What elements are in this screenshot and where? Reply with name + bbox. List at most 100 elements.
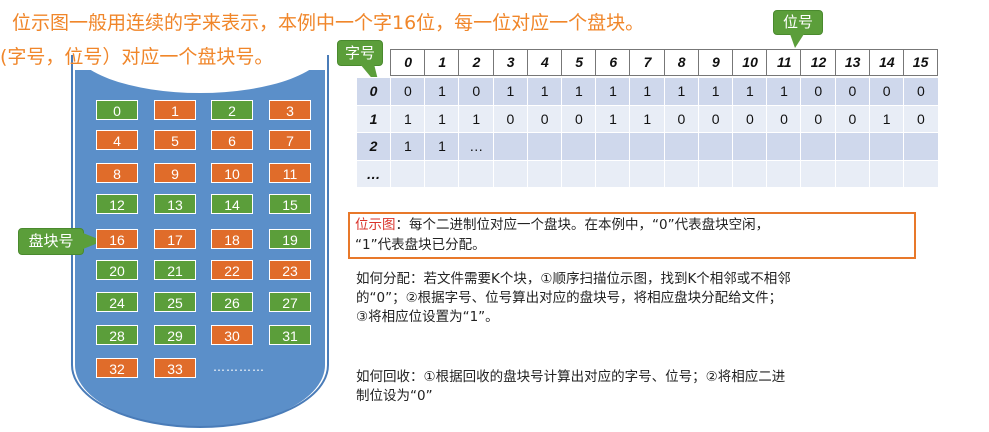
definition-text-1: ：每个二进制位对应一个盘块。在本例中，“0”代表盘块空闲， (395, 217, 770, 233)
disk-block: 24 (96, 292, 138, 312)
disk-block: 25 (154, 292, 196, 312)
bit-cell (561, 132, 596, 160)
bit-cell: 0 (492, 104, 528, 132)
bit-cell: 0 (458, 77, 494, 105)
bit-cell (663, 159, 699, 187)
bit-cell: 1 (766, 77, 801, 105)
bit-cell (697, 159, 733, 187)
allocation-line: 的“0”；②根据字号、位号算出对应的盘块号，将相应盘块分配给文件； (356, 290, 783, 306)
bit-header: 8 (663, 49, 699, 76)
bit-cell: 1 (424, 104, 459, 132)
bit-cell (868, 159, 904, 187)
disk-block: 5 (154, 130, 196, 150)
title-line-2: (字号，位号）对应一个盘块号。 (0, 46, 274, 68)
disk-block: 18 (211, 229, 253, 249)
bit-cell (732, 132, 767, 160)
bit-cell (458, 159, 494, 187)
bit-cell (800, 159, 836, 187)
bit-header: 10 (732, 49, 768, 76)
bit-cell: 0 (663, 104, 699, 132)
disk-block: 10 (211, 163, 253, 183)
bit-cell: 0 (834, 77, 870, 105)
bit-cell (526, 132, 562, 160)
disk-block: 7 (269, 130, 311, 150)
disk-block: 17 (154, 229, 196, 249)
disk-block: 14 (211, 194, 253, 214)
bit-header: 9 (697, 49, 733, 76)
block-number-callout: 盘块号 (18, 228, 84, 255)
bit-cell (595, 159, 630, 187)
bit-cell (903, 132, 938, 160)
bit-cell: 0 (903, 77, 938, 105)
disk-block: 4 (96, 130, 138, 150)
bit-cell: 1 (595, 77, 630, 105)
bit-cell (629, 132, 665, 160)
bit-cell (424, 159, 459, 187)
disk-block: 27 (269, 292, 311, 312)
bit-cell: 0 (561, 104, 596, 132)
bit-header: 3 (492, 49, 528, 76)
bit-header: 15 (903, 49, 939, 76)
bit-cell: 0 (868, 77, 904, 105)
disk-block: 28 (96, 325, 138, 345)
definition-line-1: 位示图：每个二进制位对应一个盘块。在本例中，“0”代表盘块空闲， (355, 216, 769, 235)
bit-cell: 1 (526, 77, 562, 105)
bit-cell: 1 (424, 132, 459, 160)
bit-cell (561, 159, 596, 187)
bit-cell (629, 159, 665, 187)
bit-cell (766, 159, 801, 187)
bit-cell (390, 159, 425, 187)
bit-cell: 1 (390, 132, 425, 160)
bit-cell (732, 159, 767, 187)
title-line-1: 位示图一般用连续的字来表示，本例中一个字16位，每一位对应一个盘块。 (12, 12, 645, 34)
bit-header: 7 (629, 49, 665, 76)
word-number-callout: 字号 (337, 40, 383, 66)
bit-cell: 0 (697, 104, 733, 132)
disk-block: 29 (154, 325, 196, 345)
bit-header: 1 (424, 49, 460, 76)
bit-cell: 0 (390, 77, 425, 105)
bit-cell: 0 (834, 104, 870, 132)
bit-cell (834, 159, 870, 187)
allocation-text: 如何分配：若文件需要K个块，①顺序扫描位示图，找到K个相邻或不相邻 的“0”；②… (356, 270, 791, 327)
reclaim-line: 如何回收：①根据回收的盘块号计算出对应的字号、位号；②将相应二进 (356, 369, 786, 385)
disk-block: 26 (211, 292, 253, 312)
allocation-line: 如何分配：若文件需要K个块，①顺序扫描位示图，找到K个相邻或不相邻 (356, 271, 791, 287)
bit-cell: 1 (561, 77, 596, 105)
disk-block: 0 (96, 100, 138, 120)
bit-number-callout: 位号 (773, 10, 823, 35)
bit-cell (800, 132, 836, 160)
disk-block: 8 (96, 163, 138, 183)
bit-cell: 1 (458, 104, 494, 132)
disk-block: 11 (269, 163, 311, 183)
word-header: 1 (357, 104, 390, 132)
bit-cell: 1 (424, 77, 459, 105)
bit-callout-pointer (790, 34, 804, 48)
blocks-ellipsis: ………… (213, 360, 265, 374)
allocation-line: ③将相应位设置为“1”。 (356, 309, 499, 325)
bit-cell: 0 (903, 104, 938, 132)
bit-cell (492, 132, 528, 160)
bit-cell (868, 132, 904, 160)
word-header: 2 (357, 132, 390, 160)
bit-header: 14 (868, 49, 904, 76)
bit-cell (526, 159, 562, 187)
disk-block: 3 (269, 100, 311, 120)
bit-cell: 0 (732, 104, 767, 132)
bit-cell (834, 132, 870, 160)
bit-cell: 0 (526, 104, 562, 132)
bit-cell (766, 132, 801, 160)
bit-header: 4 (526, 49, 562, 76)
bit-header: 5 (561, 49, 597, 76)
bit-cell: 1 (492, 77, 528, 105)
bit-header: 12 (800, 49, 836, 76)
bit-cell: 1 (868, 104, 904, 132)
definition-term: 位示图 (355, 217, 396, 233)
word-header: … (357, 159, 390, 187)
bit-cell: 0 (766, 104, 801, 132)
bit-header: 6 (595, 49, 631, 76)
reclaim-text: 如何回收：①根据回收的盘块号计算出对应的字号、位号；②将相应二进 制位设为“0” (356, 368, 785, 406)
disk-block: 30 (211, 325, 253, 345)
bit-cell: 1 (595, 104, 630, 132)
bit-cell (697, 132, 733, 160)
